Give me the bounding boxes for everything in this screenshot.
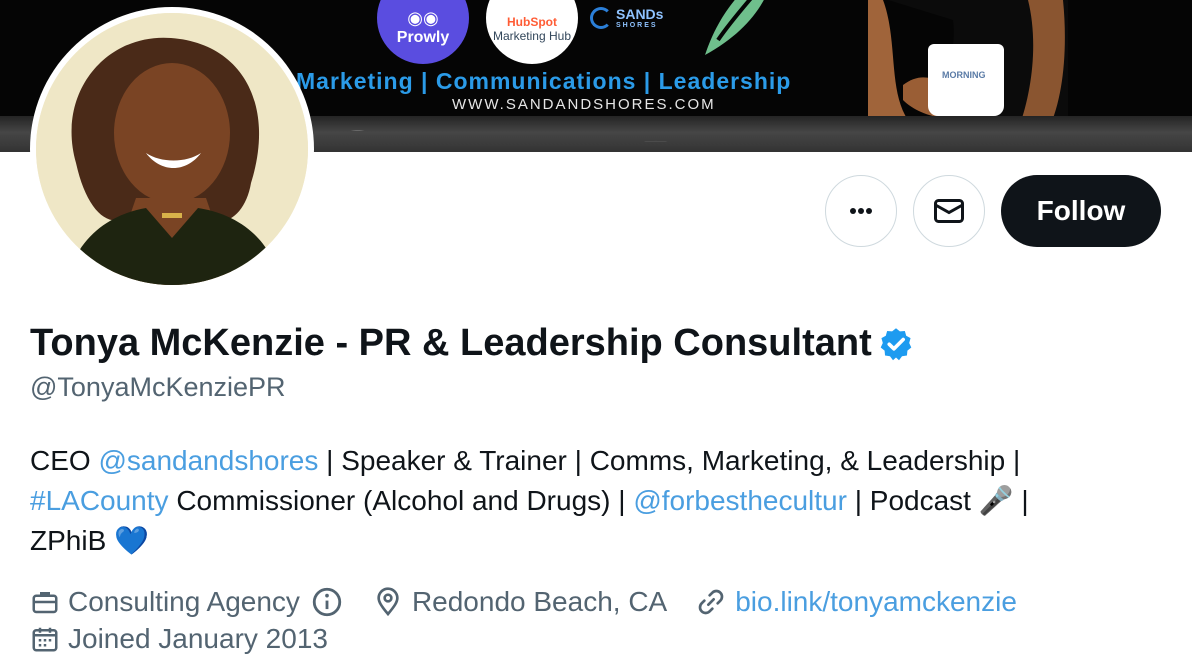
profile-joined-row: Joined January 2013 [30,623,356,655]
follow-button[interactable]: Follow [1001,175,1161,247]
joined-label: Joined January 2013 [68,623,328,654]
mug-text: MORNING [942,70,986,80]
hubspot-logo-brand: HubSpot [507,15,557,29]
profile-avatar[interactable] [30,7,314,291]
profile-handle: @TonyaMcKenziePR [30,372,286,402]
calendar-icon [32,627,58,652]
more-options-button[interactable] [825,175,897,247]
sands-logo: SANDs SHORES [590,6,663,29]
location-item: Redondo Beach, CA [372,586,667,618]
more-dots-icon [850,208,872,214]
bio-text: Commissioner (Alcohol and Drugs) | [168,485,634,516]
location-pin-icon [377,587,399,617]
prowly-logo-text: Prowly [396,28,450,46]
website-link[interactable]: bio.link/tonyamckenzie [735,586,1017,618]
avatar-photo [36,13,308,285]
bio-mention-sandandshores[interactable]: @sandandshores [98,445,318,476]
profile-bio: CEO @sandandshores | Speaker & Trainer |… [30,441,1170,561]
location-label: Redondo Beach, CA [411,586,668,617]
profile-meta-row: Consulting Agency Redondo Beach, CA bio.… [30,585,1045,619]
avatar-portrait [36,13,308,285]
message-button[interactable] [913,175,985,247]
hubspot-logo-sub: Marketing Hub [492,29,572,43]
bio-hashtag-lacounty[interactable]: #LACounty [30,485,169,516]
bio-text: | Speaker & Trainer | Comms, Marketing, … [318,445,1021,476]
category-label: Consulting Agency [68,586,300,617]
verified-badge-icon[interactable] [878,326,914,362]
website-item: bio.link/tonyamckenzie [695,586,1017,618]
briefcase-icon [32,592,58,614]
profile-name-row: Tonya McKenzie - PR & Leadership Consult… [30,322,914,365]
owl-icon: ◉◉ [407,7,439,28]
bio-text: | Podcast 🎤 | [846,485,1029,516]
sands-swirl-icon [590,6,612,29]
link-icon [698,589,724,615]
prowly-logo: ◉◉ Prowly [377,0,469,64]
joined-item: Joined January 2013 [30,623,328,655]
bio-text: CEO [30,445,99,476]
info-icon[interactable] [310,585,344,619]
envelope-icon [934,199,964,223]
profile-name: Tonya McKenzie - PR & Leadership Consult… [30,322,872,364]
sands-logo-sub: SHORES [616,22,658,29]
sands-logo-text: SANDs [616,6,664,22]
banner-website: WWW.SANDANDSHORES.COM [452,96,716,113]
green-leaf-logo [705,0,764,55]
category-item: Consulting Agency [30,585,344,619]
bio-mention-forbesthecultur[interactable]: @forbesthecultur [633,485,847,516]
bio-text: ZPhiB 💙 [30,525,149,556]
banner-mug: MORNING [928,44,1004,116]
banner-tagline: Marketing | Communications | Leadership [296,68,792,94]
hubspot-logo: HubSpot Marketing Hub [486,0,578,64]
